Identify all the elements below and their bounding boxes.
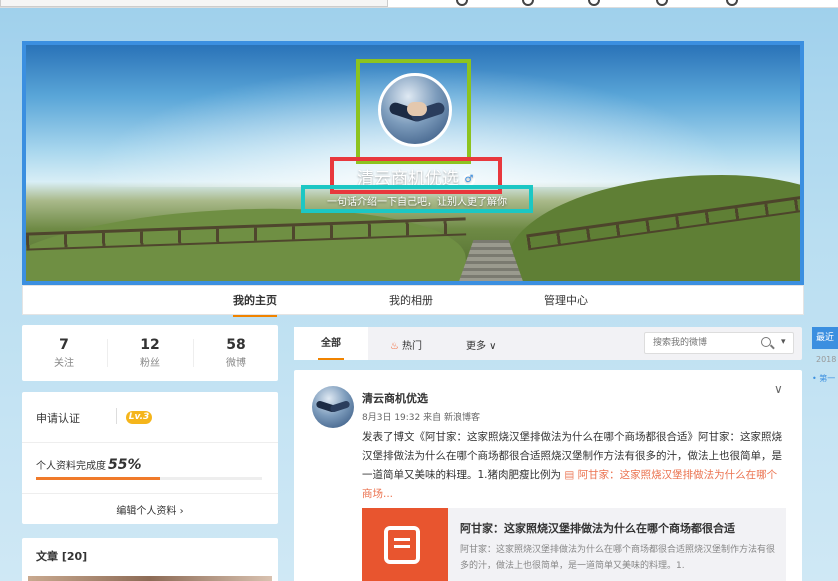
search-icon[interactable]: [761, 337, 771, 347]
handshake-icon: [329, 400, 351, 413]
recent-header: 最近: [812, 327, 838, 349]
tab-home[interactable]: 我的主页: [233, 292, 277, 317]
caret-down-icon[interactable]: ▾: [781, 337, 786, 347]
edit-profile-link[interactable]: 编辑个人资料 ›: [22, 502, 278, 517]
tab-more[interactable]: 更多 ∨: [466, 337, 497, 352]
fire-icon: ♨: [390, 341, 399, 352]
stat-label: 关注: [54, 358, 74, 369]
tab-hot-label: 热门: [401, 341, 422, 352]
recent-widget: 最近 2018 • 第一: [812, 327, 838, 387]
completeness-progress: [36, 477, 262, 480]
recent-year[interactable]: 2018: [816, 355, 836, 364]
toolbar-icon[interactable]: [456, 0, 468, 6]
stat-label: 粉丝: [140, 358, 160, 369]
embed-title: 阿甘家：这家照烧汉堡排做法为什么在哪个商场都很合适: [460, 522, 735, 535]
profile-intro[interactable]: 一句话介绍一下自己吧，让别人更了解你: [305, 193, 529, 208]
embedded-article[interactable]: 阿甘家：这家照烧汉堡排做法为什么在哪个商场都很合适 阿甘家：这家照烧汉堡排做法为…: [362, 508, 786, 581]
weibo-search: ▾: [644, 332, 794, 354]
toolbar-icon[interactable]: [726, 0, 738, 6]
divider: [116, 408, 117, 424]
divider: [22, 493, 278, 494]
avatar-highlight: [356, 59, 471, 164]
recent-item[interactable]: • 第一: [812, 373, 835, 384]
post-body: 发表了博文《阿甘家：这家照烧汉堡排做法为什么在哪个商场都很合适》阿甘家：这家照烧…: [362, 428, 786, 504]
tab-manage[interactable]: 管理中心: [544, 292, 588, 308]
feed-post: 清云商机优选 8月3日 19:32 来自 新浪博客 ∨ 发表了博文《阿甘家：这家…: [294, 370, 802, 581]
stat-weibo[interactable]: 58 微博: [194, 337, 278, 369]
completeness-value: 55%: [108, 457, 142, 473]
search-input[interactable]: [645, 333, 757, 353]
cover-image: 清云商机优选 ♂ 一句话介绍一下自己吧，让别人更了解你: [22, 41, 804, 285]
browser-toolbar: [0, 0, 838, 8]
stat-number: 7: [59, 337, 69, 353]
stat-number: 58: [226, 337, 246, 353]
profile-card: 申请认证 Lv.3 个人资料完成度 55% 编辑个人资料 ›: [22, 392, 278, 524]
progress-fill: [36, 477, 161, 480]
stat-number: 12: [140, 337, 160, 353]
tab-album[interactable]: 我的相册: [389, 292, 433, 308]
article-thumbnail: [362, 508, 448, 581]
document-icon: [384, 526, 420, 564]
articles-card: 文章 [20]: [22, 538, 278, 581]
stat-following[interactable]: 7 关注: [22, 337, 106, 369]
chevron-down-icon[interactable]: ∨: [774, 382, 783, 396]
toolbar-icon[interactable]: [588, 0, 600, 6]
stats-card: 7 关注 12 粉丝 58 微博: [22, 325, 278, 381]
articles-title[interactable]: 文章 [20]: [36, 548, 87, 564]
apply-verify-link[interactable]: 申请认证: [36, 410, 80, 426]
divider: [22, 442, 278, 443]
post-meta: 8月3日 19:32 来自 新浪博客: [362, 413, 480, 423]
level-badge[interactable]: Lv.3: [126, 411, 152, 424]
post-avatar[interactable]: [312, 386, 354, 428]
post-author[interactable]: 清云商机优选: [362, 390, 428, 406]
profile-nav: 我的主页 我的相册 管理中心: [22, 285, 804, 317]
avatar[interactable]: [378, 73, 452, 147]
feed-tabs: 全部 ♨热门 更多 ∨ ▾: [294, 327, 802, 360]
embed-description: 阿甘家：这家照烧汉堡排做法为什么在哪个商场都很合适照烧汉堡制作方法有很多的汁，做…: [460, 545, 776, 571]
article-thumbnail[interactable]: [28, 576, 272, 581]
completeness-label: 个人资料完成度 55%: [36, 457, 142, 473]
tab-all[interactable]: 全部: [294, 327, 368, 360]
completeness-text: 个人资料完成度: [36, 461, 106, 472]
address-bar[interactable]: [0, 0, 388, 7]
stat-followers[interactable]: 12 粉丝: [108, 337, 192, 369]
toolbar-icon[interactable]: [522, 0, 534, 6]
stat-label: 微博: [226, 358, 246, 369]
handshake-icon: [407, 102, 427, 116]
intro-highlight: 一句话介绍一下自己吧，让别人更了解你: [301, 185, 533, 213]
toolbar-icon[interactable]: [656, 0, 668, 6]
blog-icon: ▤: [564, 469, 578, 481]
tab-hot[interactable]: ♨ 热门: [390, 337, 422, 352]
